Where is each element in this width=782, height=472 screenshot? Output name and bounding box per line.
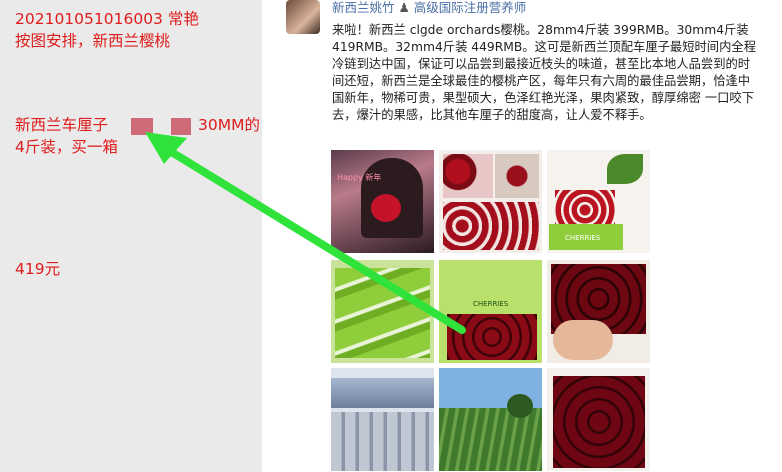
arrow-shaft	[161, 144, 466, 334]
pointer-arrow	[145, 132, 466, 334]
